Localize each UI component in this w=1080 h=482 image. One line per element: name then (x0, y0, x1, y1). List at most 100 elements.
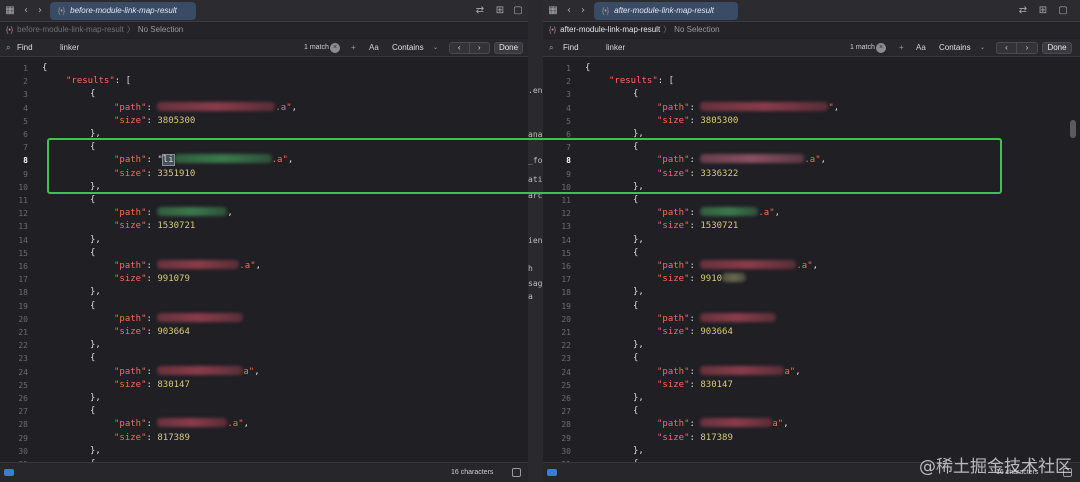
split-compare-icon[interactable]: ⇄ (1017, 5, 1029, 17)
find-input[interactable]: linker (60, 39, 79, 57)
code-line[interactable]: 11 { (0, 194, 528, 207)
code-line[interactable]: 21 "size": 903664 (543, 326, 1080, 339)
code-line[interactable]: 23 { (0, 352, 528, 365)
code-line[interactable]: 29 "size": 817389 (543, 432, 1080, 445)
code-editor[interactable]: 1{2 "results": [3{4 "path": .a", 5 "size": 3… (0, 58, 528, 462)
code-line[interactable]: 26}, (0, 392, 528, 405)
chevron-down-icon[interactable]: ⌄ (433, 39, 438, 57)
match-case-toggle[interactable]: Aa (916, 39, 926, 57)
code-line[interactable]: 9 "size": 3351910 (0, 168, 528, 181)
match-mode-select[interactable]: Contains (392, 39, 424, 57)
status-indicator-icon[interactable] (4, 469, 14, 476)
chevron-left-icon[interactable]: ‹ (20, 5, 32, 17)
match-mode-select[interactable]: Contains (939, 39, 971, 57)
chevron-right-icon[interactable]: › (577, 5, 589, 17)
code-line[interactable]: 6}, (0, 128, 528, 141)
code-line[interactable]: 5 "size": 3805300 (543, 115, 1080, 128)
code-line[interactable]: 9 "size": 3336322 (543, 168, 1080, 181)
split-compare-icon[interactable]: ⇄ (474, 5, 486, 17)
inspector-toggle-icon[interactable]: ▢ (512, 5, 524, 17)
find-mode-label[interactable]: Find (563, 39, 579, 57)
code-line[interactable]: 19 { (543, 300, 1080, 313)
code-line[interactable]: 3{ (0, 88, 528, 101)
code-line[interactable]: 7{ (543, 141, 1080, 154)
code-line[interactable]: 22}, (543, 339, 1080, 352)
clear-search-icon[interactable]: × (876, 43, 886, 53)
inspector-toggle-icon[interactable]: ▢ (1057, 5, 1069, 17)
jump-bar-selection[interactable]: No Selection (674, 25, 719, 34)
minimap-toggle-icon[interactable] (512, 468, 521, 477)
search-icon[interactable]: ⌕ (549, 39, 553, 57)
code-line[interactable]: 1{ (543, 62, 1080, 75)
code-line[interactable]: 2 "results": [ (0, 75, 528, 88)
code-line[interactable]: 10}, (543, 181, 1080, 194)
code-line[interactable]: 30}, (0, 445, 528, 458)
find-mode-label[interactable]: Find (17, 39, 33, 57)
chevron-left-icon[interactable]: ‹ (563, 5, 575, 17)
code-line[interactable]: 1{ (0, 62, 528, 75)
code-line[interactable]: 21 "size": 903664 (0, 326, 528, 339)
clear-search-icon[interactable]: × (330, 43, 340, 53)
grid-icon[interactable]: ▦ (547, 5, 559, 17)
code-line[interactable]: 15 { (0, 247, 528, 260)
next-match-button[interactable]: › (1017, 43, 1037, 53)
done-button[interactable]: Done (1042, 42, 1072, 54)
code-line[interactable]: 18}, (0, 286, 528, 299)
code-line[interactable]: 24 "path": a", (543, 365, 1080, 379)
code-line[interactable]: 6}, (543, 128, 1080, 141)
code-line[interactable]: 4 "path": ", (543, 101, 1080, 115)
code-line[interactable]: 27 { (0, 405, 528, 418)
grid-icon[interactable]: ▦ (4, 5, 16, 17)
code-editor[interactable]: 1{2 "results": [3{4 "path": ", 5 "size": 380… (543, 58, 1080, 462)
jump-bar-file[interactable]: before-module-link-map-result (17, 25, 124, 34)
code-line[interactable]: 8 "path": "li .a", (0, 154, 528, 167)
add-editor-icon[interactable]: ⊞ (1037, 5, 1049, 17)
code-line[interactable]: 4 "path": .a", (0, 101, 528, 115)
match-case-toggle[interactable]: Aa (369, 39, 379, 57)
tab-file[interactable]: {•} before-module-link-map-result (50, 2, 196, 20)
jump-bar-file[interactable]: after-module-link-map-result (560, 25, 660, 34)
code-line[interactable]: 12 "path": , (0, 207, 528, 220)
code-line[interactable]: 13 "size": 1530721 (543, 220, 1080, 233)
code-line[interactable]: 25 "size": 830147 (543, 379, 1080, 392)
next-match-button[interactable]: › (470, 43, 490, 53)
code-line[interactable]: 18}, (543, 286, 1080, 299)
tab-file[interactable]: {•} after-module-link-map-result (594, 2, 738, 20)
code-line[interactable]: 19 { (0, 300, 528, 313)
code-line[interactable]: 17 "size": 9910 (543, 273, 1080, 286)
code-line[interactable]: 28 "path": a", (543, 418, 1080, 431)
code-line[interactable]: 24 "path": a", (0, 365, 528, 379)
add-pattern-icon[interactable]: + (351, 39, 356, 57)
previous-match-button[interactable]: ‹ (997, 43, 1017, 53)
code-line[interactable]: 16 "path": .a", (543, 260, 1080, 273)
code-line[interactable]: 20 "path": (543, 312, 1080, 326)
chevron-right-icon[interactable]: › (34, 5, 46, 17)
code-line[interactable]: 11 { (543, 194, 1080, 207)
code-line[interactable]: 14}, (0, 234, 528, 247)
code-line[interactable]: 17 "size": 991079 (0, 273, 528, 286)
jump-bar-selection[interactable]: No Selection (138, 25, 183, 34)
code-line[interactable]: 16 "path": .a", (0, 260, 528, 273)
code-line[interactable]: 3{ (543, 88, 1080, 101)
code-line[interactable]: 28 "path": .a", (0, 418, 528, 431)
code-line[interactable]: 10}, (0, 181, 528, 194)
code-line[interactable]: 7{ (0, 141, 528, 154)
code-line[interactable]: 29 "size": 817389 (0, 432, 528, 445)
code-line[interactable]: 25 "size": 830147 (0, 379, 528, 392)
search-icon[interactable]: ⌕ (6, 39, 10, 57)
code-line[interactable]: 15 { (543, 247, 1080, 260)
status-indicator-icon[interactable] (547, 469, 557, 476)
code-line[interactable]: 27 { (543, 405, 1080, 418)
code-line[interactable]: 2 "results": [ (543, 75, 1080, 88)
code-line[interactable]: 5 "size": 3805300 (0, 115, 528, 128)
code-line[interactable]: 12 "path": .a", (543, 207, 1080, 220)
chevron-down-icon[interactable]: ⌄ (980, 39, 985, 57)
code-line[interactable]: 14}, (543, 234, 1080, 247)
code-line[interactable]: 26}, (543, 392, 1080, 405)
code-line[interactable]: 8 "path": .a", (543, 154, 1080, 167)
code-line[interactable]: 13 "size": 1530721 (0, 220, 528, 233)
add-editor-icon[interactable]: ⊞ (494, 5, 506, 17)
code-line[interactable]: 23 { (543, 352, 1080, 365)
code-line[interactable]: 20 "path": (0, 312, 528, 326)
add-pattern-icon[interactable]: + (899, 39, 904, 57)
